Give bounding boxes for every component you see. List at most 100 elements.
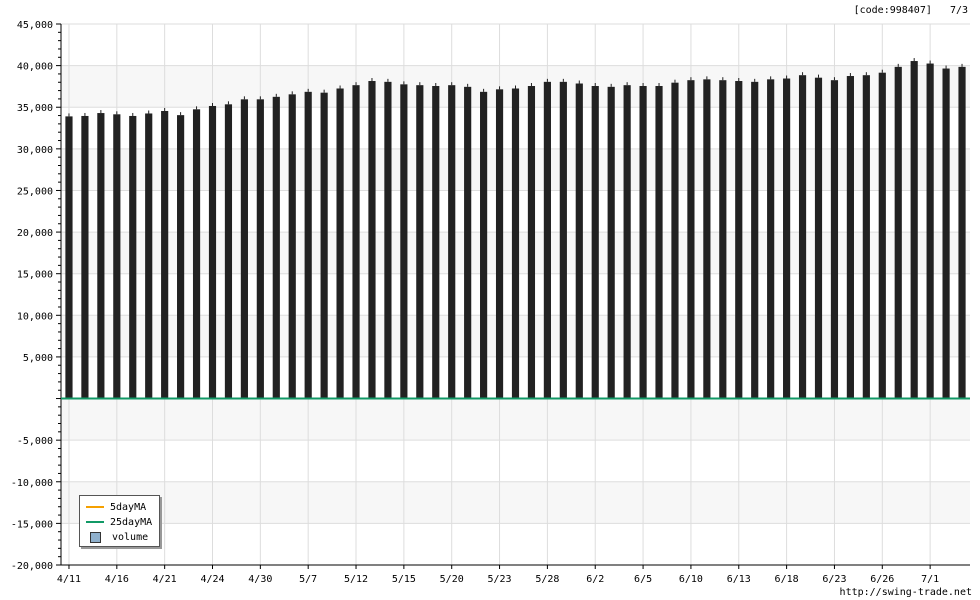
x-tick-label: 6/5 <box>634 574 652 585</box>
x-tick-label: 5/28 <box>535 574 559 585</box>
legend-item-25dayma: 25dayMA <box>86 515 152 529</box>
x-tick-label: 4/24 <box>200 574 224 585</box>
y-tick-label: 30,000 <box>17 145 53 156</box>
legend-label: volume <box>112 531 149 543</box>
x-tick-label: 5/20 <box>440 574 464 585</box>
bar <box>432 86 440 399</box>
plot-band <box>61 398 970 441</box>
legend-swatch-volume <box>90 531 101 543</box>
bar <box>368 81 376 399</box>
bar <box>400 84 408 399</box>
legend-swatch-25dayma <box>86 521 104 523</box>
bar <box>256 99 264 399</box>
bar <box>145 113 153 399</box>
bar <box>448 85 456 399</box>
x-tick-label: 5/23 <box>488 574 512 585</box>
bar <box>208 105 217 399</box>
bar <box>65 116 73 399</box>
bar <box>958 66 966 399</box>
y-tick-label: 20,000 <box>17 228 53 239</box>
x-tick-label: 6/10 <box>679 574 703 585</box>
legend-item-5daymа: 5dayMA <box>86 500 146 514</box>
y-tick-label: 45,000 <box>17 20 53 31</box>
bar <box>320 92 328 399</box>
bar <box>575 83 583 399</box>
legend: 5dayMA 25dayMA volume <box>79 495 160 547</box>
bar <box>495 89 504 399</box>
bar <box>288 94 296 399</box>
bar <box>543 81 551 399</box>
bar <box>751 81 759 399</box>
bar <box>814 77 823 399</box>
x-tick-label: 4/21 <box>153 574 177 585</box>
x-tick-label: 4/30 <box>248 574 272 585</box>
x-tick-label: 4/11 <box>57 574 81 585</box>
bar <box>735 81 743 399</box>
bar <box>527 86 536 399</box>
x-tick-label: 7/1 <box>921 574 939 585</box>
x-tick-label: 5/7 <box>299 574 317 585</box>
y-tick-label: -5,000 <box>17 436 53 447</box>
bar <box>384 81 392 399</box>
site-url[interactable]: http://swing-trade.net <box>840 587 972 598</box>
x-tick-label: 6/26 <box>870 574 894 585</box>
bar <box>926 63 934 399</box>
bar <box>177 115 185 399</box>
bar <box>798 75 807 399</box>
y-tick-label: 5,000 <box>23 353 53 364</box>
x-tick-label: 4/16 <box>105 574 129 585</box>
bar <box>591 86 599 399</box>
y-tick-label: 35,000 <box>17 103 53 114</box>
bar <box>192 109 201 399</box>
legend-swatch-5dayma <box>86 506 104 508</box>
x-tick-label: 6/23 <box>822 574 846 585</box>
bar <box>480 91 488 399</box>
bar <box>687 80 695 399</box>
bar <box>910 61 918 399</box>
bar <box>607 86 615 399</box>
bar <box>304 91 312 399</box>
bar <box>639 86 647 399</box>
legend-label: 5dayMA <box>110 501 147 513</box>
bar <box>767 79 775 399</box>
x-tick-label: 6/18 <box>775 574 799 585</box>
bar <box>878 72 886 399</box>
bar <box>129 115 137 399</box>
bar <box>862 75 870 399</box>
y-tick-label: 15,000 <box>17 270 53 281</box>
bar <box>623 85 631 399</box>
bar <box>352 85 360 399</box>
x-tick-label: 5/15 <box>392 574 416 585</box>
bar <box>655 86 663 399</box>
legend-item-volume: volume <box>86 530 148 544</box>
y-tick-label: 40,000 <box>17 62 53 73</box>
y-tick-label: 25,000 <box>17 186 53 197</box>
bar <box>846 76 854 399</box>
bar <box>336 88 344 399</box>
bar <box>830 80 839 399</box>
y-tick-label: -10,000 <box>11 478 53 489</box>
x-tick-label: 5/12 <box>344 574 368 585</box>
y-tick-label: -20,000 <box>11 561 53 572</box>
bar <box>464 86 472 399</box>
bar <box>97 113 105 399</box>
bar <box>511 88 520 399</box>
bar <box>113 114 121 399</box>
bar <box>894 66 902 399</box>
plot-band <box>61 481 970 524</box>
bar <box>240 99 248 399</box>
y-tick-label: -15,000 <box>11 519 53 530</box>
bar <box>703 79 711 399</box>
legend-label: 25dayMA <box>110 516 153 528</box>
bar <box>161 110 169 399</box>
bar <box>942 68 950 399</box>
bar <box>224 104 233 399</box>
x-tick-label: 6/13 <box>727 574 751 585</box>
bar <box>272 96 280 399</box>
bar <box>783 78 791 399</box>
x-tick-label: 6/2 <box>586 574 604 585</box>
bar <box>81 115 89 399</box>
bar <box>416 85 424 399</box>
bar <box>559 81 567 399</box>
y-tick-label: 10,000 <box>17 311 53 322</box>
